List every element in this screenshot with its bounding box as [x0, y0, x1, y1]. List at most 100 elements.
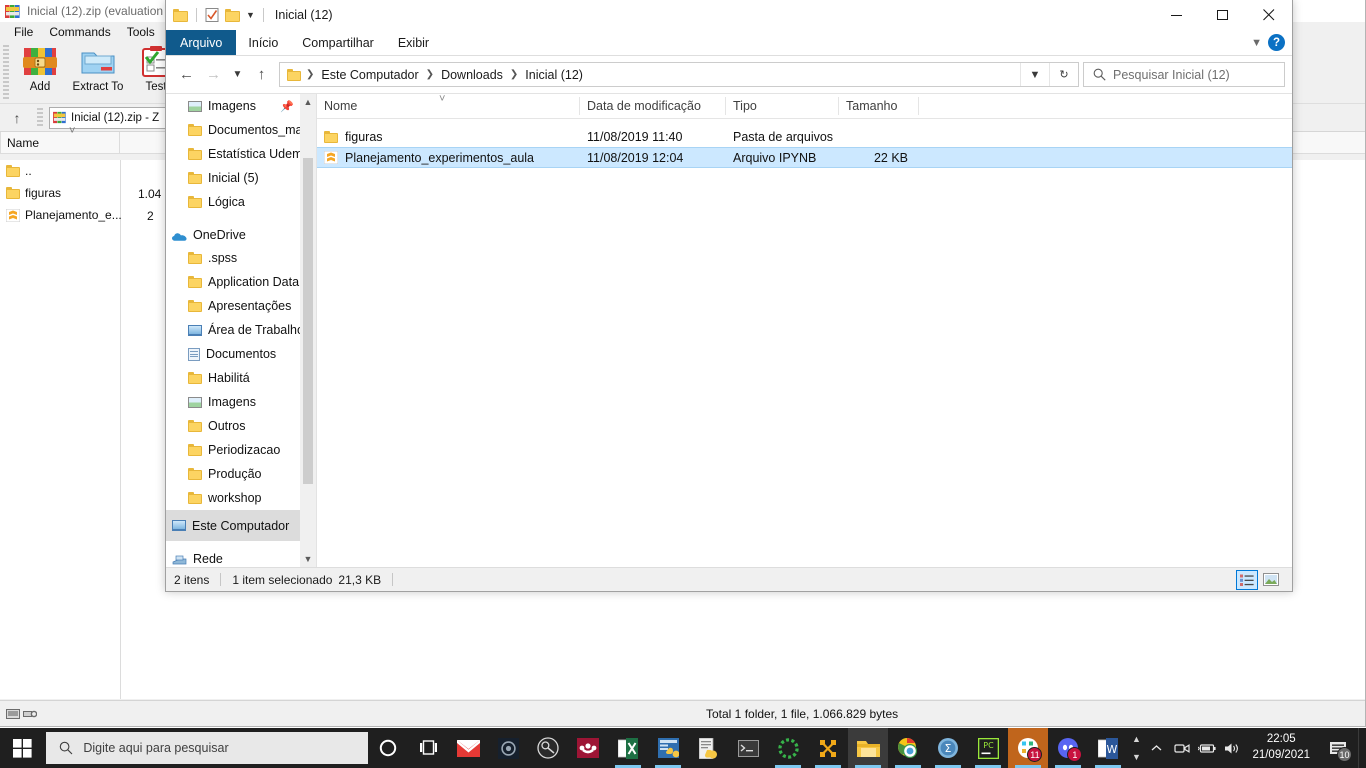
- sidebar-item-area-de-trabalho[interactable]: Área de Trabalho: [166, 318, 316, 342]
- scroll-up-arrow-icon[interactable]: ▲: [1132, 734, 1141, 744]
- add-button[interactable]: Add: [11, 45, 69, 93]
- breadcrumb-downloads[interactable]: Downloads: [437, 68, 507, 82]
- table-row[interactable]: Planejamento_experimentos_aula 11/08/201…: [317, 147, 1292, 168]
- address-bar[interactable]: ❯ Este Computador ❯ Downloads ❯ Inicial …: [279, 62, 1079, 87]
- file-explorer-window[interactable]: ▼ Inicial (12) Arquivo Início Compartilh…: [165, 0, 1293, 592]
- taskbar-app-word[interactable]: W: [1088, 728, 1128, 768]
- taskbar-app-spyder[interactable]: [768, 728, 808, 768]
- taskbar-app-r-statistics[interactable]: Σ: [928, 728, 968, 768]
- file-list-pane[interactable]: ˅ Nome Data de modificação Tipo Tamanho: [317, 93, 1292, 567]
- address-dropdown-button[interactable]: ▼: [1020, 63, 1049, 86]
- taskbar-app-gmail[interactable]: [448, 728, 488, 768]
- close-button[interactable]: [1246, 0, 1292, 30]
- taskbar-app-python-editor[interactable]: [688, 728, 728, 768]
- taskbar-app-mendeley[interactable]: [568, 728, 608, 768]
- back-button[interactable]: ←: [173, 62, 200, 88]
- up-button[interactable]: ↑: [248, 62, 275, 88]
- key-lock-icon[interactable]: [23, 708, 37, 720]
- sidebar-item-outros[interactable]: Outros: [166, 414, 316, 438]
- navigation-pane-scrollbar[interactable]: ▲ ▼: [300, 94, 316, 567]
- taskbar-app-python-idle[interactable]: [648, 728, 688, 768]
- tab-exibir[interactable]: Exibir: [386, 30, 441, 55]
- file-name-cell[interactable]: figuras: [317, 130, 580, 144]
- up-one-level-button[interactable]: ↑: [4, 107, 30, 129]
- recent-locations-button[interactable]: ▼: [227, 62, 248, 88]
- ribbon-tabs[interactable]: Arquivo Início Compartilhar Exibir ▼ ?: [166, 30, 1292, 56]
- tray-battery-button[interactable]: [1194, 728, 1219, 768]
- column-header-tamanho[interactable]: Tamanho: [839, 97, 919, 115]
- address-bar-buttons[interactable]: ▼ ↻: [1020, 63, 1078, 86]
- scroll-down-arrow-icon[interactable]: ▼: [1132, 752, 1141, 762]
- start-button[interactable]: [0, 728, 45, 768]
- breadcrumb[interactable]: ❯ Este Computador ❯ Downloads ❯ Inicial …: [280, 68, 587, 82]
- show-hidden-icons-button[interactable]: [1144, 728, 1169, 768]
- scrollbar-thumb[interactable]: [303, 158, 313, 484]
- taskbar-search-input[interactable]: Digite aqui para pesquisar: [46, 732, 369, 764]
- task-view-button[interactable]: [408, 728, 448, 768]
- breadcrumb-separator-icon[interactable]: ❯: [507, 69, 521, 80]
- file-name-cell[interactable]: Planejamento_experimentos_aula: [317, 150, 580, 165]
- tray-camera-button[interactable]: [1169, 728, 1194, 768]
- properties-check-icon[interactable]: [205, 8, 219, 22]
- sidebar-item-apresentacoes[interactable]: Apresentações: [166, 294, 316, 318]
- sidebar-item-inicial-5[interactable]: Inicial (5): [166, 166, 316, 190]
- winrar-status-icons[interactable]: [0, 708, 37, 720]
- column-header-nome[interactable]: ˅ Nome: [317, 93, 580, 115]
- clock[interactable]: 22:05 21/09/2021: [1244, 728, 1318, 768]
- taskbar-app-file-explorer[interactable]: [848, 728, 889, 768]
- sidebar-item-workshop[interactable]: workshop: [166, 486, 316, 510]
- taskbar-app-winrar[interactable]: [808, 728, 848, 768]
- sidebar-item-documentos[interactable]: Documentos: [166, 342, 316, 366]
- winrar-row-notebook[interactable]: Planejamento_e...: [0, 204, 122, 226]
- sidebar-item-habilita[interactable]: Habilitá: [166, 366, 316, 390]
- ribbon-right-controls[interactable]: ▼ ?: [1251, 30, 1292, 55]
- taskbar-app-slack[interactable]: 11: [1008, 728, 1049, 768]
- sidebar-item-imagens[interactable]: Imagens 📌: [166, 94, 316, 118]
- scroll-up-arrow-icon[interactable]: ▲: [300, 94, 316, 110]
- column-headers[interactable]: ˅ Nome Data de modificação Tipo Tamanho: [317, 93, 1292, 119]
- breadcrumb-separator-icon[interactable]: ❯: [423, 69, 437, 80]
- breadcrumb-inicial[interactable]: Inicial (12): [521, 68, 587, 82]
- navigation-pane[interactable]: Imagens 📌 Documentos_ma Estatística Udem…: [166, 94, 316, 567]
- taskbar-app-discord[interactable]: 1: [1048, 728, 1088, 768]
- new-folder-icon[interactable]: [225, 8, 240, 22]
- expand-ribbon-icon[interactable]: ▼: [1251, 37, 1262, 49]
- details-view-button[interactable]: [1236, 569, 1258, 590]
- table-row[interactable]: figuras 11/08/2019 11:40 Pasta de arquiv…: [317, 126, 1292, 147]
- large-icons-view-button[interactable]: [1260, 570, 1282, 590]
- taskbar-app-steam[interactable]: [488, 728, 528, 768]
- taskbar-app-obs-studio[interactable]: [528, 728, 568, 768]
- notifications-button[interactable]: 10: [1318, 728, 1358, 768]
- tab-compartilhar[interactable]: Compartilhar: [290, 30, 386, 55]
- toolbar-grip[interactable]: [3, 45, 9, 101]
- sidebar-item-rede[interactable]: Rede: [166, 541, 316, 567]
- sidebar-item-este-computador[interactable]: Este Computador: [166, 510, 316, 541]
- help-icon[interactable]: ?: [1268, 34, 1285, 51]
- menu-file[interactable]: File: [6, 24, 41, 40]
- sidebar-item-onedrive[interactable]: OneDrive: [166, 214, 316, 246]
- column-header-tipo[interactable]: Tipo: [726, 97, 839, 115]
- taskbar-scroll-arrows[interactable]: ▲ ▼: [1128, 728, 1144, 768]
- taskbar-app-command-prompt[interactable]: [728, 728, 768, 768]
- forward-button[interactable]: →: [200, 62, 227, 88]
- taskbar-app-excel[interactable]: [608, 728, 648, 768]
- show-desktop-button[interactable]: [1358, 728, 1366, 768]
- sidebar-item-estatistica-udemy[interactable]: Estatística Udem: [166, 142, 316, 166]
- sidebar-item-periodizacao[interactable]: Periodizacao: [166, 438, 316, 462]
- explorer-navigation-bar[interactable]: ← → ▼ ↑ ❯ Este Computador ❯ Downloads ❯ …: [166, 56, 1292, 93]
- taskbar-app-chrome[interactable]: [888, 728, 928, 768]
- sidebar-item-spss[interactable]: .spss: [166, 246, 316, 270]
- quick-access-toolbar[interactable]: ▼: [173, 8, 266, 22]
- sidebar-item-documentos-ma[interactable]: Documentos_ma: [166, 118, 316, 142]
- sidebar-item-logica[interactable]: Lógica: [166, 190, 316, 214]
- winrar-row-parent[interactable]: ..: [0, 160, 120, 182]
- sidebar-item-imagens-2[interactable]: Imagens: [166, 390, 316, 414]
- menu-commands[interactable]: Commands: [41, 24, 118, 40]
- tab-arquivo[interactable]: Arquivo: [166, 30, 237, 55]
- tray-volume-button[interactable]: [1219, 728, 1244, 768]
- system-tray[interactable]: ▲ ▼ 22:05 21/09/2021 10: [1128, 728, 1366, 768]
- breadcrumb-este-computador[interactable]: Este Computador: [317, 68, 422, 82]
- scroll-down-arrow-icon[interactable]: ▼: [300, 551, 316, 567]
- customize-caret-icon[interactable]: ▼: [246, 10, 255, 20]
- winrar-column-name[interactable]: ˅ Name: [0, 125, 120, 154]
